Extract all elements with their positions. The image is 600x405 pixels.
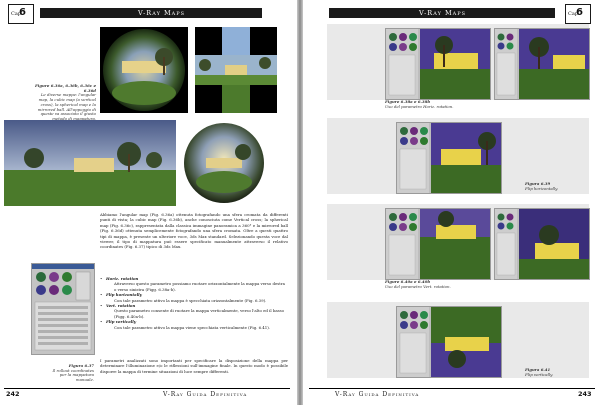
screenshot-638a [385,28,491,100]
figure-caption-639: Figura 6.39 Flip horizontally. [525,181,585,192]
screenshot-638b [494,28,590,100]
footer-title: V-Ray Guida Definitiva [335,391,420,398]
figure-caption-text: Flip horizontally. [525,185,559,191]
screenshot-640b [494,208,590,280]
bullet-vert-rotation: Vert. rotation Questo parametro consente… [100,303,288,319]
figure-caption-label: Figure 6.36a, 6.36b, 6.36c e 6.36d [35,83,96,93]
chapter-number: 6 [576,7,583,18]
footer-title: V-Ray Guida Definitiva [163,391,248,398]
figure-caption-text: Flip vertically. [525,371,553,377]
figure-caption-text: Uso del parametro Horiz. rotation. [385,103,454,109]
figure-caption-text: Il rollout coordinates per la mappatura … [52,367,94,383]
screenshot-641 [396,306,502,378]
bullet-desc: Con tale parametro attivo la mappa viene… [114,324,271,330]
chapter-tab: Cap. 6 [565,4,591,24]
page-number: 242 [6,390,20,398]
closing-paragraph: I parametri analizzati sono importanti p… [100,358,288,374]
header-title: V-Ray Maps [419,9,467,17]
footer-rule [309,388,595,389]
figure-caption-638: Figure 6.38a e 6.38b Uso del parametro H… [385,99,505,110]
screenshot-640a [385,208,491,280]
footer-rule [4,388,290,389]
bullet-desc: Questo parametro consente di ruotare la … [114,308,284,319]
figure-caption-640: Figure 6.40a e 6.40b Uso del parametro V… [385,279,505,290]
coordinates-rollout-screenshot [31,263,95,355]
figure-caption-641: Figura 6.41 Flip vertically. [525,367,585,378]
right-page: V-Ray Maps Cap. 6 Figure 6.38a e 6.38b U… [303,0,600,405]
figure-caption-637: Figura 6.37 Il rollout coordinates per l… [50,363,94,383]
page-number: 243 [578,390,592,398]
bullet-desc: Attraverso questo parametro possiamo ruo… [114,281,285,292]
spherical-map-image [4,120,176,206]
bullet-horiz-rotation: Horiz. rotation Attraverso questo parame… [100,276,288,292]
screenshot-639 [396,122,502,194]
figure-caption-text: Le diverse mappe: l'angular map, la cubi… [37,92,96,121]
figure-caption-636: Figure 6.36a, 6.36b, 6.36c e 6.36d Le di… [34,83,96,122]
header-title: V-Ray Maps [138,9,186,17]
mirrored-ball-image [181,120,267,206]
parameters-list: Horiz. rotation Attraverso questo parame… [100,276,288,330]
figure-caption-text: Uso del parametro Vert. rotation. [385,283,451,289]
chapter-tab: Cap. 6 [8,4,34,24]
left-page: V-Ray Maps Cap. 6 Figure 6.36a, 6.36b, 6… [0,0,297,405]
angular-map-image [100,27,188,113]
bullet-flip-horizontally: Flip horizontally Con tale parametro att… [100,292,288,303]
bullet-flip-vertically: Flip vertically Con tale parametro attiv… [100,319,288,330]
book-spread: V-Ray Maps Cap. 6 Figure 6.36a, 6.36b, 6… [0,0,600,405]
body-paragraph: Abbiamo l'angular map (Fig. 6.36a) otten… [100,212,288,250]
cubic-map-image [195,27,277,113]
chapter-number: 6 [19,7,26,18]
